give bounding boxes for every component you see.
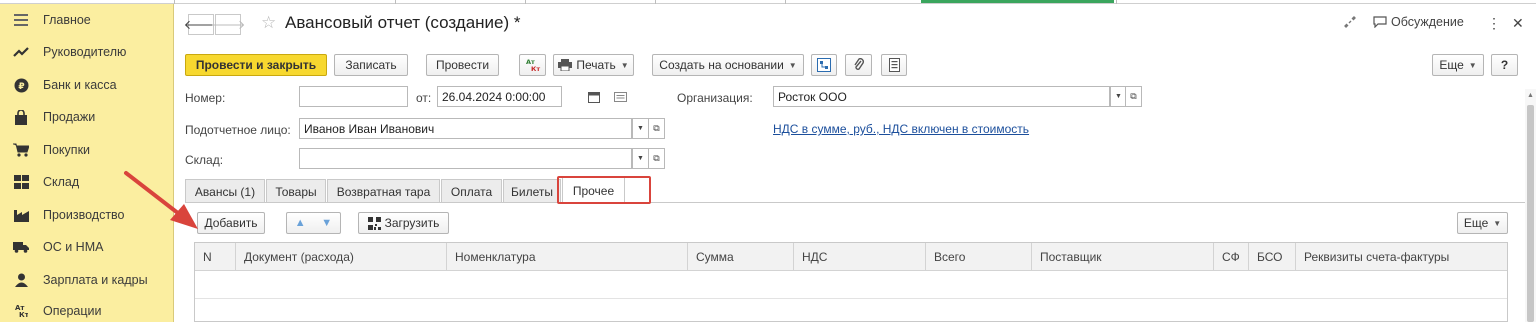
annotation-arrow	[124, 171, 198, 229]
